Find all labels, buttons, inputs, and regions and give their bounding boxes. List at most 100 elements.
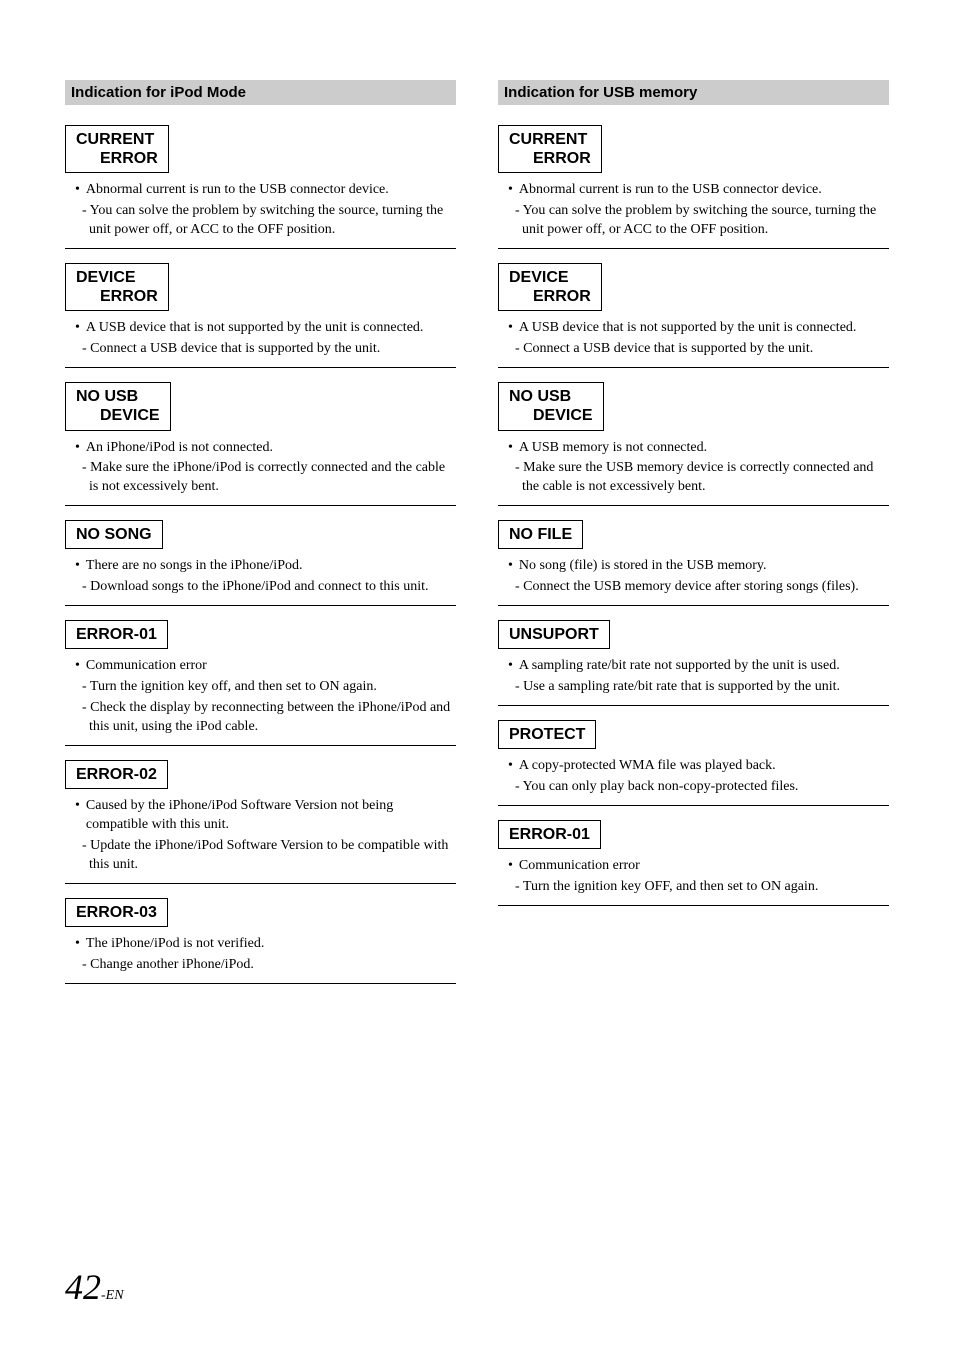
error-code-line: NO FILE xyxy=(509,525,572,544)
error-code-line: DEVICE xyxy=(76,406,160,425)
sub-text: - Turn the ignition key OFF, and then se… xyxy=(498,878,889,897)
bullet-dot: • xyxy=(508,557,513,576)
separator xyxy=(65,505,456,506)
error-code-line: ERROR-02 xyxy=(76,765,157,784)
bullet-dot: • xyxy=(75,657,80,676)
bullet-item: •A copy-protected WMA file was played ba… xyxy=(498,757,889,776)
bullet-dot: • xyxy=(508,181,513,200)
bullet-text: A USB device that is not supported by th… xyxy=(519,319,857,338)
ipod-items: CURRENTERROR•Abnormal current is run to … xyxy=(65,125,456,984)
bullet-item: •An iPhone/iPod is not connected. xyxy=(65,439,456,458)
separator xyxy=(498,367,889,368)
error-block: ERROR-01•Communication error- Turn the i… xyxy=(65,620,456,746)
sub-text: - Change another iPhone/iPod. xyxy=(65,956,456,975)
error-code-box: PROTECT xyxy=(498,720,596,749)
usb-items: CURRENTERROR•Abnormal current is run to … xyxy=(498,125,889,906)
error-block: NO SONG • There are no songs in the iPhone… xyxy=(65,520,456,606)
error-code-line: CURRENT xyxy=(509,130,591,149)
left-column: Indication for iPod Mode CURRENTERROR•Ab… xyxy=(65,80,456,998)
sub-text: - Connect a USB device that is supported… xyxy=(498,340,889,359)
error-code-line: PROTECT xyxy=(509,725,585,744)
error-code-box: UNSUPORT xyxy=(498,620,610,649)
error-block: NO FILE • No song (file) is stored in the … xyxy=(498,520,889,606)
separator xyxy=(498,248,889,249)
bullet-dot: • xyxy=(508,657,513,676)
bullet-dot: • xyxy=(508,319,513,338)
error-block: NO USBDEVICE • A USB memory is not connect… xyxy=(498,382,889,506)
bullet-dot: • xyxy=(75,319,80,338)
bullet-item: • A USB device that is not supported by t… xyxy=(65,319,456,338)
bullet-item: •Abnormal current is run to the USB conn… xyxy=(498,181,889,200)
error-code-box: ERROR-01 xyxy=(65,620,168,649)
page-num-value: 42 xyxy=(65,1267,101,1307)
bullet-text: Abnormal current is run to the USB conne… xyxy=(86,181,389,200)
sub-text: - Connect the USB memory device after st… xyxy=(498,578,889,597)
bullet-item: • Caused by the iPhone/iPod Software Vers… xyxy=(65,797,456,835)
bullet-item: •Communication error xyxy=(65,657,456,676)
error-code-line: ERROR xyxy=(509,287,591,306)
separator xyxy=(498,505,889,506)
error-code-line: ERROR xyxy=(509,149,591,168)
separator xyxy=(498,605,889,606)
error-code-box: NO USBDEVICE xyxy=(65,382,171,430)
error-code-line: DEVICE xyxy=(509,406,593,425)
error-code-box: CURRENTERROR xyxy=(498,125,602,173)
right-column: Indication for USB memory CURRENTERROR•A… xyxy=(498,80,889,998)
separator xyxy=(65,605,456,606)
error-block: ERROR-01 • Communication error - Turn the i… xyxy=(498,820,889,906)
error-block: NO USBDEVICE •An iPhone/iPod is not conne… xyxy=(65,382,456,506)
error-code-box: DEVICEERROR xyxy=(65,263,169,311)
error-code-line: DEVICE xyxy=(509,268,591,287)
separator xyxy=(65,983,456,984)
sub-text: - Update the iPhone/iPod Software Versio… xyxy=(65,837,456,875)
error-code-box: NO SONG xyxy=(65,520,163,549)
page-number: 42-EN xyxy=(65,1266,124,1308)
bullet-dot: • xyxy=(508,857,513,876)
usb-header: Indication for USB memory xyxy=(498,80,889,105)
sub-text: - Make sure the USB memory device is cor… xyxy=(498,459,889,497)
bullet-item: • A USB device that is not supported by t… xyxy=(498,319,889,338)
bullet-dot: • xyxy=(75,181,80,200)
error-code-line: NO USB xyxy=(76,387,160,406)
error-code-line: ERROR-01 xyxy=(76,625,157,644)
error-block: ERROR-02 • Caused by the iPhone/iPod Softw… xyxy=(65,760,456,884)
ipod-header: Indication for iPod Mode xyxy=(65,80,456,105)
separator xyxy=(65,367,456,368)
error-code-box: ERROR-03 xyxy=(65,898,168,927)
sub-text: - You can solve the problem by switching… xyxy=(498,202,889,240)
bullet-text: No song (file) is stored in the USB memo… xyxy=(519,557,767,576)
sub-text: - Make sure the iPhone/iPod is correctly… xyxy=(65,459,456,497)
bullet-item: • There are no songs in the iPhone/iPod. xyxy=(65,557,456,576)
error-code-box: NO USBDEVICE xyxy=(498,382,604,430)
error-code-line: ERROR-03 xyxy=(76,903,157,922)
error-block: DEVICEERROR • A USB device that is not sup… xyxy=(65,263,456,368)
bullet-dot: • xyxy=(75,935,80,954)
error-code-line: NO SONG xyxy=(76,525,152,544)
bullet-text: Communication error xyxy=(519,857,640,876)
sub-text: - Use a sampling rate/bit rate that is s… xyxy=(498,678,889,697)
bullet-text: There are no songs in the iPhone/iPod. xyxy=(86,557,303,576)
error-code-box: ERROR-01 xyxy=(498,820,601,849)
sub-text: - Download songs to the iPhone/iPod and … xyxy=(65,578,456,597)
bullet-item: • The iPhone/iPod is not verified. xyxy=(65,935,456,954)
separator xyxy=(65,745,456,746)
bullet-item: • A sampling rate/bit rate not supported … xyxy=(498,657,889,676)
sub-text: - You can only play back non-copy-protec… xyxy=(498,778,889,797)
bullet-text: A USB device that is not supported by th… xyxy=(86,319,424,338)
bullet-dot: • xyxy=(508,757,513,776)
bullet-item: • A USB memory is not connected. xyxy=(498,439,889,458)
error-code-line: ERROR-01 xyxy=(509,825,590,844)
error-block: CURRENTERROR •Abnormal current is run to … xyxy=(498,125,889,249)
bullet-item: • No song (file) is stored in the USB mem… xyxy=(498,557,889,576)
bullet-text: The iPhone/iPod is not verified. xyxy=(86,935,264,954)
bullet-dot: • xyxy=(75,557,80,576)
bullet-text: A sampling rate/bit rate not supported b… xyxy=(519,657,840,676)
error-code-line: UNSUPORT xyxy=(509,625,599,644)
bullet-dot: • xyxy=(508,439,513,458)
bullet-dot: • xyxy=(75,797,80,816)
bullet-text: A USB memory is not connected. xyxy=(519,439,707,458)
error-code-box: ERROR-02 xyxy=(65,760,168,789)
bullet-text: Caused by the iPhone/iPod Software Versi… xyxy=(86,797,456,835)
error-code-line: CURRENT xyxy=(76,130,158,149)
separator xyxy=(65,883,456,884)
